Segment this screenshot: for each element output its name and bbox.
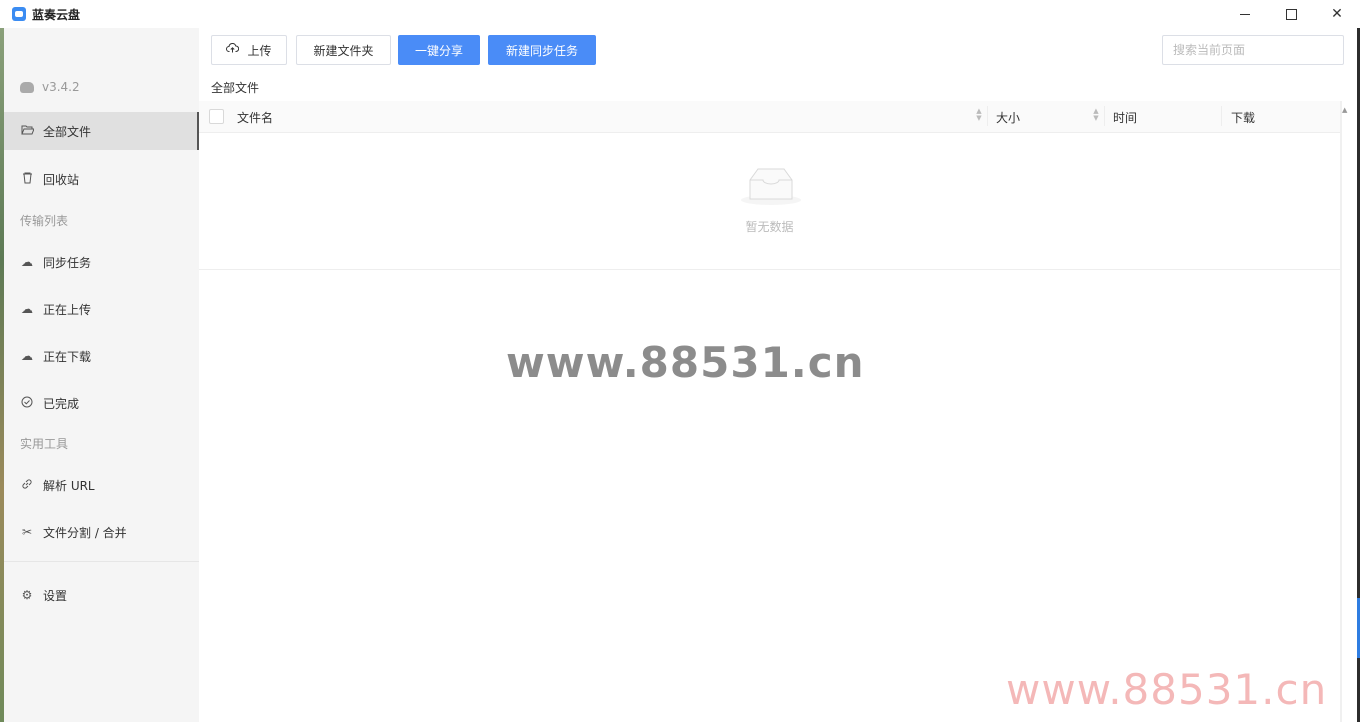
maximize-icon <box>1285 8 1297 20</box>
watermark-corner: www.88531.cn <box>1006 665 1328 714</box>
new-sync-task-button[interactable]: 新建同步任务 <box>488 35 596 65</box>
new-sync-task-label: 新建同步任务 <box>505 43 578 58</box>
section-tools: 实用工具 <box>20 437 69 451</box>
cloud-sync-icon: ☁ <box>21 255 33 269</box>
new-folder-label: 新建文件夹 <box>313 43 374 58</box>
sidebar-item-settings[interactable]: ⚙ 设置 <box>4 576 199 614</box>
trash-icon <box>20 172 34 187</box>
scroll-up-icon[interactable]: ▲ <box>1342 106 1347 114</box>
sidebar-item-completed[interactable]: 已完成 <box>4 384 199 422</box>
sidebar-item-label: 设置 <box>43 588 68 603</box>
sidebar-item-parse-url[interactable]: 解析 URL <box>4 466 199 504</box>
sidebar-item-uploading[interactable]: ☁ 正在上传 <box>4 290 199 328</box>
column-header-time[interactable]: 时间 <box>1113 109 1137 126</box>
sidebar-item-recycle-bin[interactable]: 回收站 <box>4 160 199 198</box>
section-transfer-list: 传输列表 <box>20 214 69 228</box>
search-input[interactable] <box>1162 35 1344 65</box>
select-all-checkbox[interactable] <box>209 109 224 124</box>
sort-filename-icon[interactable]: ▲ ▼ <box>975 108 983 122</box>
sidebar-item-sync-tasks[interactable]: ☁ 同步任务 <box>4 243 199 281</box>
one-click-share-label: 一键分享 <box>414 43 463 58</box>
sidebar-item-label: 全部文件 <box>43 124 92 139</box>
sort-size-icon[interactable]: ▲ ▼ <box>1092 108 1100 122</box>
column-header-size[interactable]: 大小 <box>996 109 1020 126</box>
window-controls: ✕ <box>1222 0 1360 28</box>
sidebar-item-downloading[interactable]: ☁ 正在下载 <box>4 337 199 375</box>
watermark-center: www.88531.cn <box>506 338 865 387</box>
version-badge[interactable]: v3.4.2 <box>20 80 80 94</box>
sidebar-item-split-merge[interactable]: ✂ 文件分割 / 合并 <box>4 513 199 551</box>
scissors-icon: ✂ <box>21 525 33 539</box>
sidebar-item-label: 回收站 <box>43 172 80 187</box>
table-header: 文件名 ▲ ▼ 大小 ▲ ▼ 时间 下载 <box>199 101 1340 133</box>
cloud-upload-icon <box>226 43 240 57</box>
sidebar-divider <box>4 561 199 562</box>
sidebar-item-all-files[interactable]: 全部文件 <box>4 112 199 150</box>
folder-open-icon <box>20 124 35 138</box>
check-circle-icon <box>20 396 34 411</box>
close-icon: ✕ <box>1331 6 1343 22</box>
sidebar-item-label: 已完成 <box>43 396 80 411</box>
one-click-share-button[interactable]: 一键分享 <box>398 35 480 65</box>
empty-inbox-icon <box>741 168 801 205</box>
empty-state: 暂无数据 <box>199 132 1340 270</box>
vertical-scrollbar[interactable] <box>1340 101 1342 722</box>
sidebar-item-label: 同步任务 <box>43 255 92 270</box>
title-bar: 蓝奏云盘 ✕ <box>0 0 1360 28</box>
version-label: v3.4.2 <box>42 80 80 94</box>
minimize-icon <box>1240 13 1250 15</box>
upload-label: 上传 <box>247 43 272 58</box>
empty-text: 暂无数据 <box>745 220 794 234</box>
sidebar-item-label: 解析 URL <box>43 478 95 493</box>
sidebar-item-label: 正在上传 <box>43 302 92 317</box>
maximize-button[interactable] <box>1268 0 1314 28</box>
breadcrumb[interactable]: 全部文件 <box>211 79 259 96</box>
cloud-download-icon: ☁ <box>21 349 33 363</box>
gear-icon: ⚙ <box>21 588 33 602</box>
window-title: 蓝奏云盘 <box>32 7 81 22</box>
sidebar-item-label: 文件分割 / 合并 <box>43 525 127 540</box>
upload-button[interactable]: 上传 <box>211 35 287 65</box>
sidebar: v3.4.2 全部文件 回收站 传输列表 ☁ 同步任务 ☁ 正在上传 ☁ 正在下… <box>4 28 199 722</box>
column-header-filename[interactable]: 文件名 <box>237 109 273 126</box>
column-header-download[interactable]: 下载 <box>1231 109 1255 126</box>
sidebar-item-label: 正在下载 <box>43 349 92 364</box>
github-icon <box>20 81 34 93</box>
cloud-upload-icon: ☁ <box>21 302 33 316</box>
minimize-button[interactable] <box>1222 0 1268 28</box>
link-icon <box>20 478 34 493</box>
new-folder-button[interactable]: 新建文件夹 <box>296 35 391 65</box>
close-button[interactable]: ✕ <box>1314 0 1360 28</box>
app-logo-icon <box>12 7 26 21</box>
